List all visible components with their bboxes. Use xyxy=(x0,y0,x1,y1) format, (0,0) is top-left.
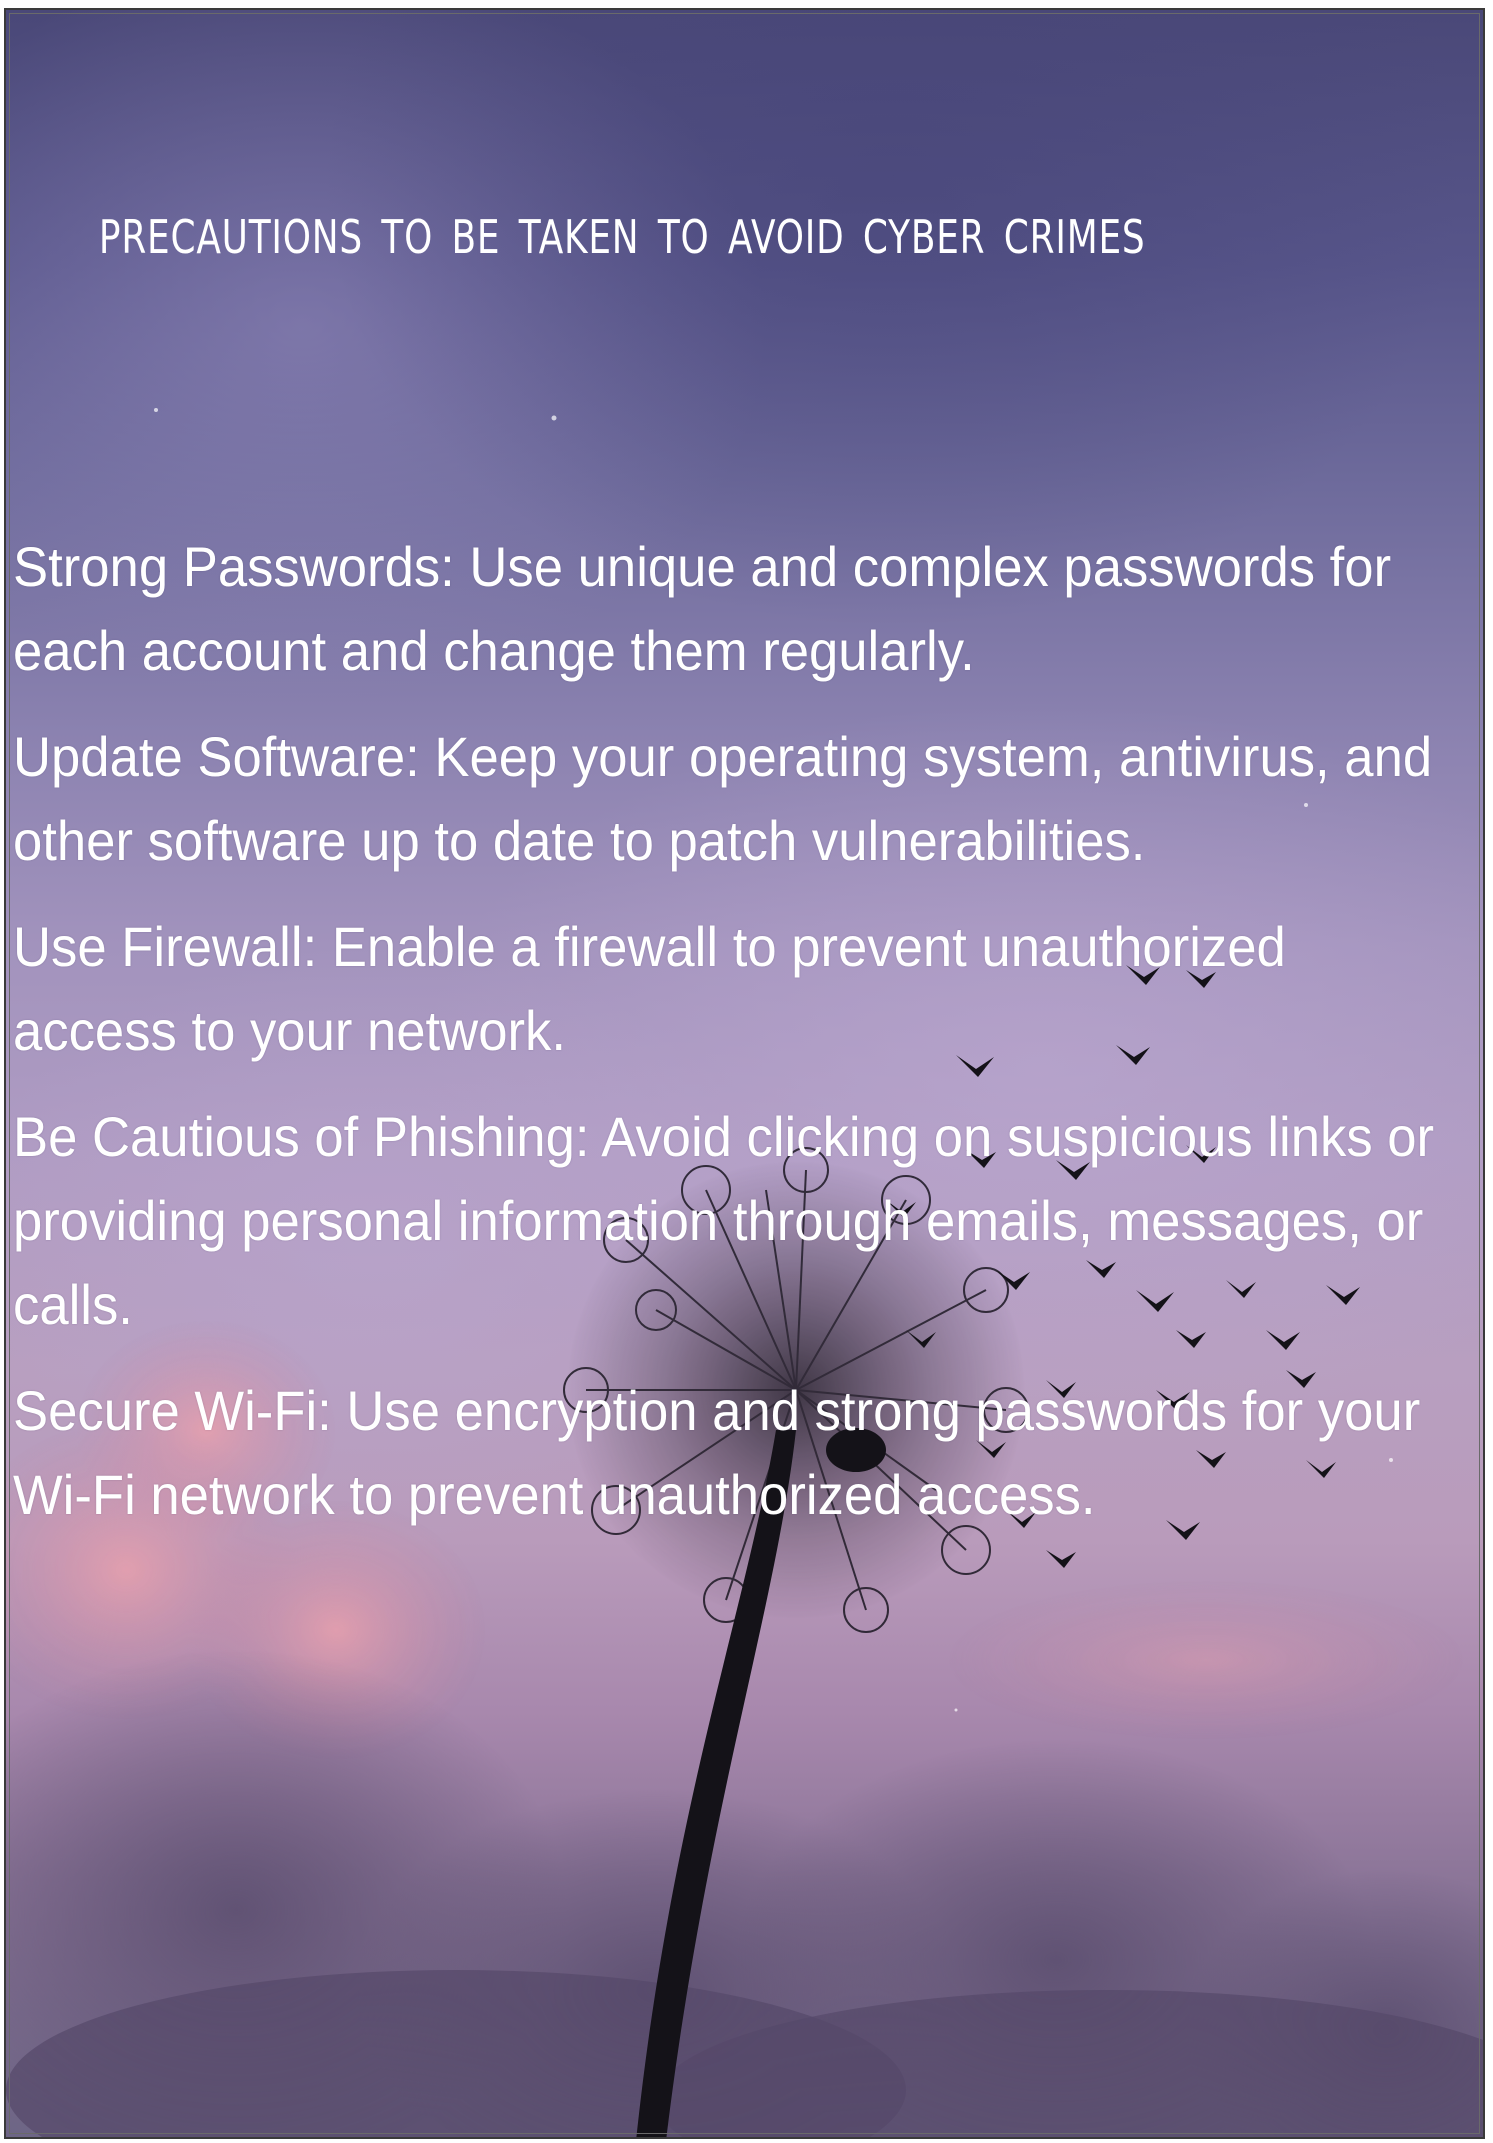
precaution-item: Be Cautious of Phishing: Avoid clicking … xyxy=(13,1105,1435,1336)
document-title: PRECAUTIONS TO BE TAKEN TO AVOID CYBER C… xyxy=(98,210,1146,264)
precaution-item: Secure Wi-Fi: Use encryption and strong … xyxy=(13,1379,1421,1526)
document-page: PRECAUTIONS TO BE TAKEN TO AVOID CYBER C… xyxy=(4,8,1485,2139)
precaution-item: Update Software: Keep your operating sys… xyxy=(13,725,1433,872)
precaution-item: Use Firewall: Enable a firewall to preve… xyxy=(13,915,1286,1062)
precaution-item: Strong Passwords: Use unique and complex… xyxy=(13,535,1392,682)
precautions-list: Strong Passwords: Use unique and complex… xyxy=(13,525,1458,1559)
